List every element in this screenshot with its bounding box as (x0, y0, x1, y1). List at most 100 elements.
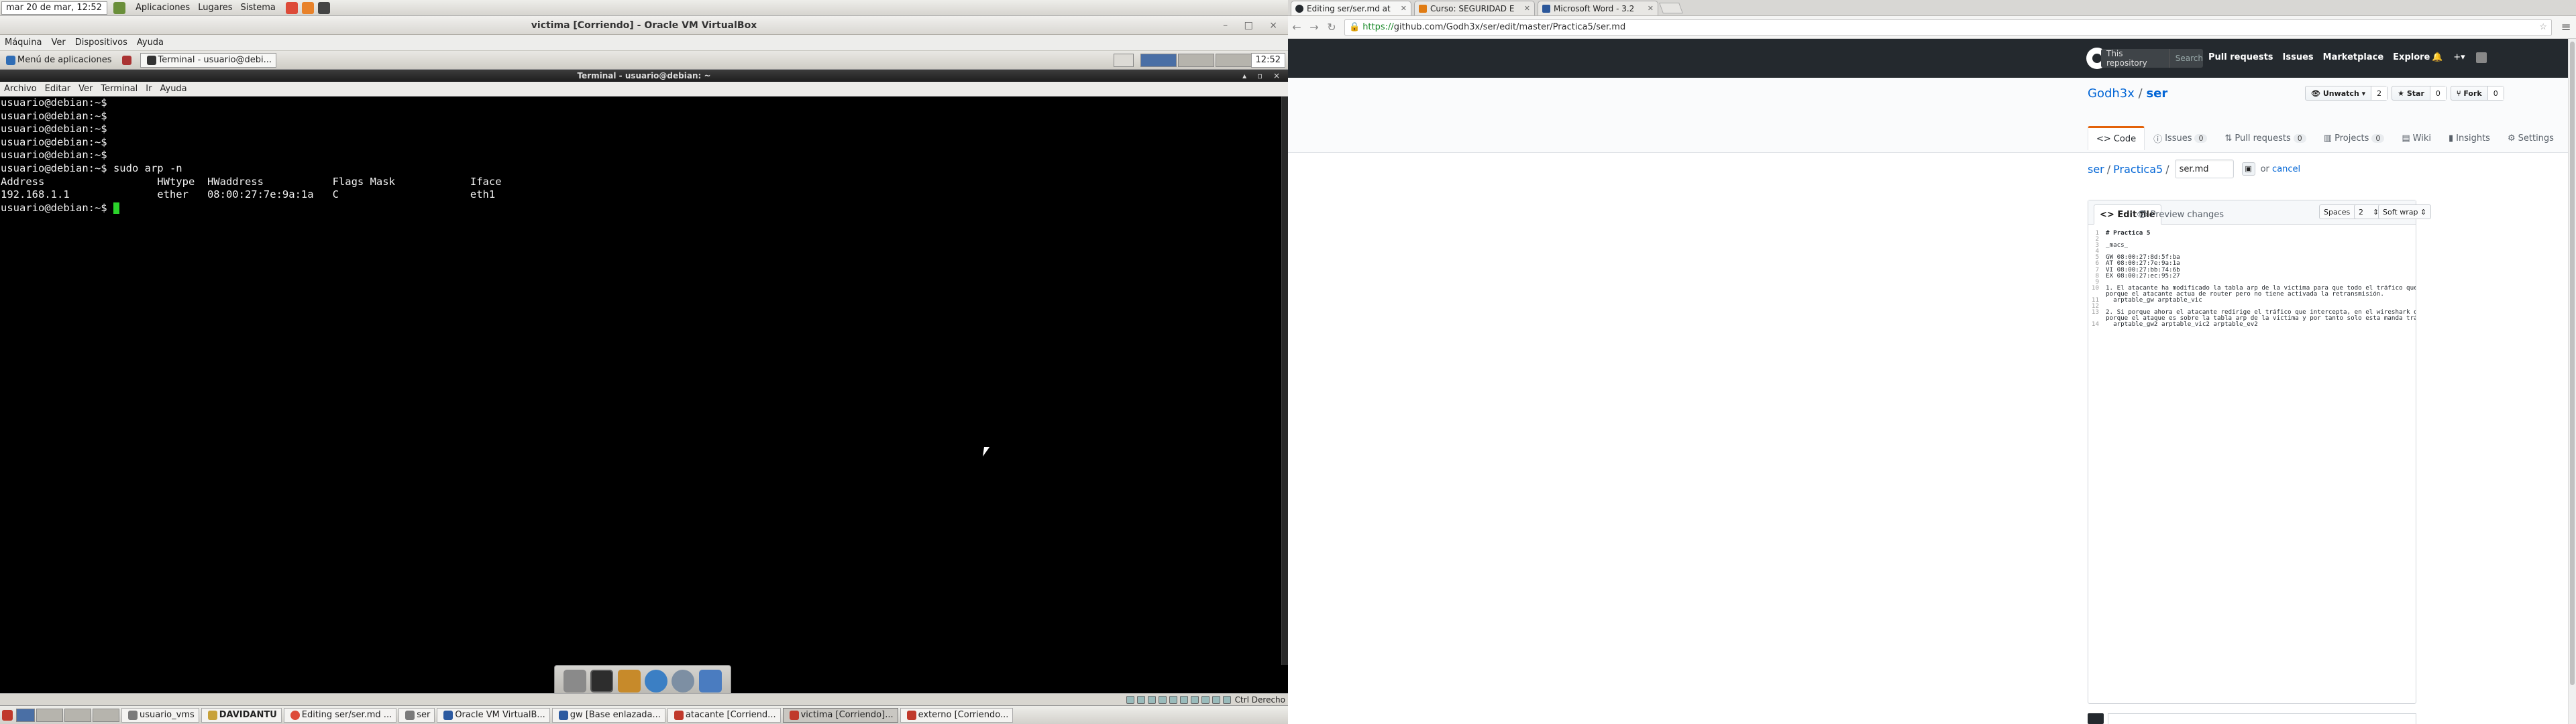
browser-tab-0[interactable]: Editing ser/ser.md at ✕ (1291, 1, 1411, 15)
nav-issues[interactable]: Issues (2283, 52, 2314, 62)
workspace-3[interactable] (1216, 54, 1252, 67)
window-controls[interactable]: – □ × (1223, 16, 1284, 35)
terminal-icon[interactable] (590, 670, 614, 692)
file-template-icon[interactable]: ▣ (2241, 162, 2255, 176)
vbox-menu-help[interactable]: Ayuda (132, 38, 168, 48)
workspace-active[interactable] (16, 708, 35, 722)
preview-changes-tab[interactable]: 👁 Preview changes (2131, 204, 2229, 225)
host-task-3[interactable]: ser (398, 707, 435, 723)
cancel-link[interactable]: cancel (2272, 164, 2300, 174)
tab-pull-requests[interactable]: ⇅ Pull requests 0 (2216, 126, 2314, 150)
term-menu-file[interactable]: Archivo (0, 84, 41, 94)
host-task-4[interactable]: Oracle VM VirtualB... (437, 707, 550, 723)
address-bar[interactable]: 🔒 https:// github.com/Godh3x/ser/edit/ma… (1344, 19, 2552, 36)
star-count[interactable]: 0 (2430, 86, 2446, 100)
term-menu-go[interactable]: Ir (142, 84, 156, 94)
filename-input[interactable]: ser.md (2174, 160, 2234, 178)
crumb-dir-link[interactable]: Practica5 (2113, 163, 2163, 176)
host-task-1[interactable]: DAVIDANTU (201, 707, 282, 723)
tab-issues[interactable]: ⓘ Issues 0 (2145, 126, 2216, 150)
recording-icon[interactable] (1201, 695, 1210, 704)
guest-launcher[interactable] (116, 55, 138, 65)
optical-icon[interactable] (1136, 695, 1145, 704)
file-manager-icon[interactable] (617, 670, 641, 692)
new-tab-button[interactable] (1659, 3, 1683, 13)
close-icon[interactable]: ✕ (1401, 4, 1407, 13)
guest-tray-icon[interactable] (1114, 54, 1134, 67)
usb-icon[interactable] (1169, 695, 1177, 704)
term-menu-terminal[interactable]: Terminal (97, 84, 142, 94)
workspace-2[interactable] (36, 708, 63, 722)
fork-count[interactable]: 0 (2487, 86, 2504, 100)
back-icon[interactable]: ← (1288, 21, 1305, 34)
term-menu-edit[interactable]: Editar (41, 84, 75, 94)
terminal-scrollbar[interactable] (1281, 97, 1288, 665)
unwatch-count[interactable]: 2 (2371, 86, 2387, 100)
code-area[interactable]: 1 # Practica 5 2 3 _macs_ 4 5 GW 08:00:27:8… (2088, 230, 2416, 328)
menu-places[interactable]: Lugares (194, 3, 236, 13)
workspace-3[interactable] (64, 708, 91, 722)
host-task-5[interactable]: gw [Base enlazada... (551, 707, 665, 723)
display-icon[interactable] (1190, 695, 1199, 704)
fork-button[interactable]: ⑂ Fork 0 (2450, 86, 2504, 101)
host-task-7[interactable]: victima [Corriendo]... (782, 707, 898, 723)
cpu-icon[interactable] (1212, 695, 1220, 704)
host-task-2[interactable]: Editing ser/ser.md ... (283, 707, 397, 723)
terminal-output[interactable]: usuario@debian:~$ usuario@debian:~$ usuari… (0, 97, 1281, 665)
nav-pull-requests[interactable]: Pull requests (2208, 52, 2273, 62)
repo-name-link[interactable]: ser (2146, 86, 2167, 101)
host-task-6[interactable]: atacante [Corriend... (667, 707, 781, 723)
launcher-icons[interactable] (280, 1, 336, 14)
vbox-menu-machine[interactable]: Máquina (0, 38, 47, 48)
vbox-menu-view[interactable]: Ver (47, 38, 70, 48)
tab-wiki[interactable]: ▤ Wiki (2393, 126, 2440, 150)
workspace-1[interactable] (1140, 54, 1177, 67)
show-desktop-icon[interactable] (564, 670, 587, 692)
repo-owner-link[interactable]: Godh3x (2088, 86, 2135, 101)
show-desktop-icon[interactable] (2, 709, 13, 721)
crumb-repo-link[interactable]: ser (2088, 163, 2104, 176)
guest-apps-menu[interactable]: Menú de aplicaciones (0, 55, 116, 65)
host-task-8[interactable]: externo [Corriendo... (900, 707, 1014, 723)
scrollbar-thumb[interactable] (2570, 42, 2575, 685)
bell-icon[interactable]: 🔔 (2432, 52, 2443, 63)
workspace-2[interactable] (1178, 54, 1214, 67)
browser-tab-1[interactable]: Curso: SEGURIDAD E ✕ (1414, 1, 1535, 15)
term-menu-view[interactable]: Ver (74, 84, 97, 94)
tab-code[interactable]: <> Code (2088, 126, 2145, 150)
reload-icon[interactable]: ↻ (1323, 21, 1340, 34)
avatar[interactable] (2475, 52, 2487, 63)
bookmark-star-icon[interactable]: ☆ (2539, 22, 2547, 32)
search-icon[interactable] (672, 670, 695, 692)
tab-insights[interactable]: ▮ Insights (2440, 126, 2499, 150)
term-menu-help[interactable]: Ayuda (156, 84, 191, 94)
shared-folder-icon[interactable] (1179, 695, 1188, 704)
applications-icon[interactable] (107, 1, 131, 14)
close-icon[interactable]: ✕ (1524, 4, 1530, 13)
host-clock[interactable]: mar 20 de mar, 12:52 (1, 1, 107, 15)
unwatch-button[interactable]: 👁 Unwatch ▾ 2 (2305, 86, 2388, 101)
guest-clock[interactable]: 12:52 (1250, 53, 1285, 68)
github-search[interactable]: This repository Search (2101, 49, 2203, 68)
mouse-integration-icon[interactable] (1222, 695, 1231, 704)
page-scrollbar[interactable] (2568, 39, 2576, 724)
workspace-4[interactable] (93, 708, 119, 722)
forward-icon[interactable]: → (1305, 21, 1323, 34)
star-button[interactable]: ★ Star 0 (2392, 86, 2447, 101)
browser-icon[interactable] (645, 670, 668, 692)
folder-icon[interactable] (698, 670, 722, 692)
browser-menu-icon[interactable]: ≡ (2556, 20, 2576, 34)
vbox-menu-devices[interactable]: Dispositivos (70, 38, 132, 48)
wrap-mode-select[interactable]: Soft wrap ⇕ (2378, 204, 2432, 219)
terminal-window-controls[interactable]: ▴ ▫ × (1242, 70, 1284, 82)
menu-applications[interactable]: Aplicaciones (131, 3, 194, 13)
search-input[interactable]: Search (2170, 54, 2203, 63)
tab-projects[interactable]: ▥ Projects 0 (2315, 126, 2394, 150)
nav-explore[interactable]: Explore (2393, 52, 2430, 62)
nav-marketplace[interactable]: Marketplace (2323, 52, 2384, 62)
guest-task-terminal[interactable]: Terminal - usuario@debi... (140, 52, 277, 68)
tab-settings[interactable]: ⚙ Settings (2499, 126, 2563, 150)
hdd-icon[interactable] (1126, 695, 1134, 704)
close-icon[interactable]: ✕ (1648, 4, 1654, 13)
network-icon[interactable] (1158, 695, 1167, 704)
